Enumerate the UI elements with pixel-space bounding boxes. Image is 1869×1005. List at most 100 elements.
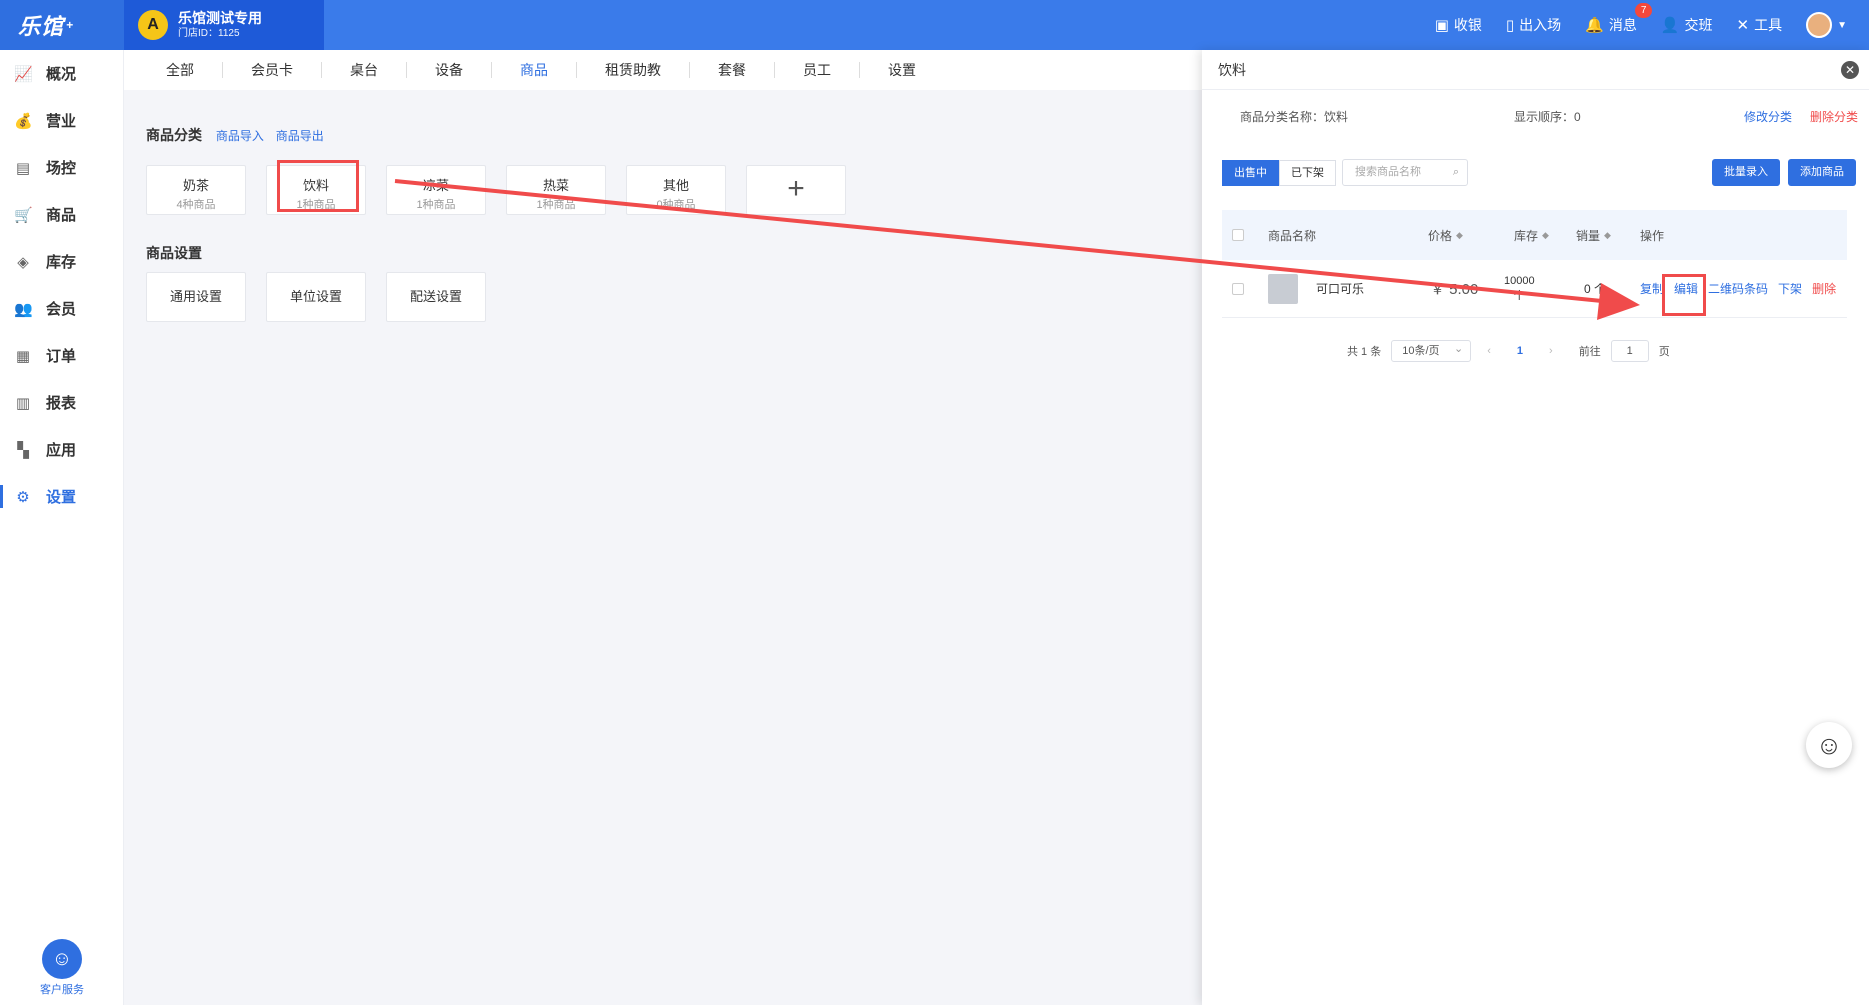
product-sales: 0 个 — [1584, 282, 1607, 296]
sidebar: 📈 概况 💰 营业 ▤ 场控 🛒 商品 ◈ 库存 👥 会员 ▦ 订单 ▥ 报表 ▚ 应用 ⚙ 设置 … — [0, 50, 124, 1005]
customer-service-label: 客户服务 — [40, 984, 84, 996]
goods-export-link[interactable]: 商品导出 — [276, 129, 324, 143]
select-all-checkbox[interactable] — [1232, 229, 1244, 241]
prev-page-icon[interactable]: ‹ — [1481, 345, 1497, 357]
order-icon: ▦ — [15, 347, 31, 365]
copy-button[interactable]: 复制 — [1640, 280, 1664, 297]
layers-icon: ◈ — [17, 253, 29, 271]
sidebar-item-orders[interactable]: ▦ 订单 — [0, 332, 123, 379]
edit-category-link[interactable]: 修改分类 — [1744, 108, 1792, 125]
sidebar-item-goods[interactable]: 🛒 商品 — [0, 191, 123, 238]
sidebar-item-settings[interactable]: ⚙ 设置 — [0, 473, 123, 520]
sidebar-item-venue[interactable]: ▤ 场控 — [0, 144, 123, 191]
tab-off-shelf[interactable]: 已下架 — [1279, 160, 1336, 186]
store-id: 门店ID：1125 — [178, 27, 240, 39]
category-name: 热菜 — [542, 178, 569, 193]
category-count: 0种商品 — [656, 199, 696, 211]
search-placeholder: 搜索商品名称 — [1355, 166, 1421, 178]
goods-import-link[interactable]: 商品导入 — [216, 129, 264, 143]
avatar — [1806, 12, 1833, 38]
cash-register-icon: ▣ — [1434, 17, 1449, 34]
customer-service-button[interactable]: ☺ 客户服务 — [0, 939, 124, 997]
tab-member-card[interactable]: 会员卡 — [223, 62, 322, 78]
col-price-header[interactable]: 价格 ◆ — [1428, 210, 1463, 260]
category-count: 4种商品 — [176, 199, 216, 211]
tab-devices[interactable]: 设备 — [407, 62, 492, 78]
category-card-milk-tea[interactable]: 奶茶 4种商品 — [146, 165, 246, 215]
settings-section-title: 商品设置 — [146, 245, 202, 261]
product-price: ￥ 5.00 — [1430, 281, 1479, 298]
row-checkbox[interactable] — [1232, 282, 1244, 295]
col-sales-header[interactable]: 销量 ◆ — [1576, 210, 1611, 260]
table-row: 可口可乐 ￥ 5.00 10000 个 0 个 复制 编辑 二维码条码 下架 删… — [1222, 260, 1847, 318]
add-category-button[interactable]: + — [746, 165, 846, 215]
sidebar-item-label: 订单 — [46, 348, 77, 365]
sort-icon: ◆ — [1456, 229, 1463, 240]
headset-icon: ☺ — [42, 939, 82, 979]
sidebar-item-label: 库存 — [46, 254, 77, 271]
add-goods-button[interactable]: 添加商品 — [1788, 159, 1856, 186]
sidebar-item-business[interactable]: 💰 营业 — [0, 97, 123, 144]
category-detail-panel: 饮料 ✕ 商品分类名称：饮料 显示顺序：0 修改分类 删除分类 出售中 已下架 … — [1202, 50, 1869, 1005]
tab-rental-assistant[interactable]: 租赁助教 — [577, 62, 690, 78]
category-card-cold-dishes[interactable]: 凉菜 1种商品 — [386, 165, 486, 215]
unit-settings-card[interactable]: 单位设置 — [266, 272, 366, 322]
settings-tabs: 全部 会员卡 桌台 设备 商品 租赁助教 套餐 员工 设置 — [124, 50, 1204, 90]
store-switcher[interactable]: A 乐馆测试专用 门店ID：1125 — [124, 0, 324, 50]
store-name: 乐馆测试专用 — [178, 9, 262, 26]
tab-packages[interactable]: 套餐 — [690, 62, 775, 78]
tab-on-sale[interactable]: 出售中 — [1222, 160, 1279, 186]
goto-page-input[interactable]: 1 — [1610, 340, 1649, 362]
col-stock: 库存 — [1514, 228, 1539, 243]
brand-logo[interactable]: 乐馆 + — [0, 0, 124, 50]
highlight-box-drinks — [277, 160, 359, 212]
delete-button[interactable]: 删除 — [1812, 280, 1836, 297]
messages-button[interactable]: 🔔 消息 7 — [1585, 3, 1653, 35]
sidebar-item-reports[interactable]: ▥ 报表 — [0, 379, 123, 426]
cashier-button[interactable]: ▣ 收银 — [1435, 15, 1482, 35]
brand-mark: + — [66, 18, 75, 32]
general-settings-card[interactable]: 通用设置 — [146, 272, 246, 322]
tab-settings[interactable]: 设置 — [860, 62, 944, 78]
sidebar-item-inventory[interactable]: ◈ 库存 — [0, 238, 123, 285]
tab-staff[interactable]: 员工 — [775, 62, 860, 78]
category-card-hot-dishes[interactable]: 热菜 1种商品 — [506, 165, 606, 215]
apps-icon: ▚ — [17, 441, 29, 459]
sidebar-item-label: 商品 — [46, 207, 77, 224]
members-icon: 👥 — [14, 300, 33, 318]
close-icon[interactable]: ✕ — [1841, 61, 1859, 79]
top-bar: 乐馆 + A 乐馆测试专用 门店ID：1125 ▣ 收银 ▯ 出入场 🔔 消息 7… — [0, 0, 1869, 50]
goto-label: 前往 — [1578, 346, 1601, 358]
off-shelf-button[interactable]: 下架 — [1778, 280, 1802, 297]
sidebar-item-label: 营业 — [46, 113, 77, 130]
qrcode-button[interactable]: 二维码条码 — [1708, 280, 1768, 297]
tab-goods[interactable]: 商品 — [492, 62, 577, 78]
page-size-select[interactable]: 10条/页 — [1391, 339, 1472, 362]
tab-tables[interactable]: 桌台 — [322, 62, 407, 78]
delivery-settings-card[interactable]: 配送设置 — [386, 272, 486, 322]
page-unit-label: 页 — [1658, 346, 1670, 358]
user-menu[interactable]: ▼ — [1806, 12, 1847, 38]
chevron-down-icon: ▼ — [1837, 19, 1847, 31]
current-page[interactable]: 1 — [1507, 345, 1533, 357]
bell-icon: 🔔 — [1585, 17, 1604, 34]
entry-exit-button[interactable]: ▯ 出入场 — [1506, 15, 1561, 35]
batch-entry-button[interactable]: 批量录入 — [1712, 159, 1780, 186]
report-icon: ▥ — [15, 394, 31, 412]
sidebar-item-overview[interactable]: 📈 概况 — [0, 50, 123, 97]
sort-icon: ◆ — [1542, 229, 1549, 240]
category-card-others[interactable]: 其他 0种商品 — [626, 165, 726, 215]
sidebar-item-label: 概况 — [46, 66, 77, 83]
assistant-avatar[interactable]: ☺ — [1806, 722, 1852, 768]
sidebar-item-apps[interactable]: ▚ 应用 — [0, 426, 123, 473]
col-stock-header[interactable]: 库存 ◆ — [1514, 210, 1549, 260]
tools-button[interactable]: ✕ 工具 — [1737, 15, 1783, 35]
sidebar-item-label: 设置 — [46, 489, 77, 506]
sidebar-item-members[interactable]: 👥 会员 — [0, 285, 123, 332]
delete-category-link[interactable]: 删除分类 — [1810, 108, 1858, 125]
tab-all[interactable]: 全部 — [138, 62, 223, 78]
cart-icon: 🛒 — [14, 206, 33, 224]
shift-handover-button[interactable]: 👤 交班 — [1661, 15, 1713, 35]
search-input[interactable]: 搜索商品名称 ⌕ — [1342, 159, 1468, 186]
next-page-icon[interactable]: › — [1543, 345, 1559, 357]
